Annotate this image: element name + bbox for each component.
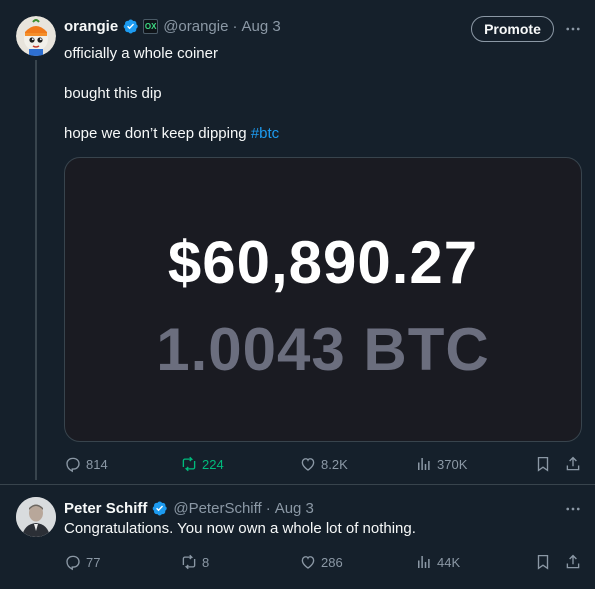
person-portrait-icon <box>16 497 56 537</box>
promote-button[interactable]: Promote <box>471 16 554 42</box>
affiliate-badge-icon[interactable]: OX <box>143 18 159 34</box>
verified-badge-icon[interactable] <box>122 18 139 35</box>
author-name[interactable]: orangie <box>64 18 118 35</box>
more-options-icon[interactable] <box>563 19 583 39</box>
views-count: 370K <box>437 456 468 472</box>
like-count: 8.2K <box>321 456 348 472</box>
tweet-text-line-3: hope we don’t keep dipping #btc <box>64 124 279 144</box>
reply-like-button[interactable]: 286 <box>299 552 343 572</box>
reply-count: 814 <box>86 456 108 472</box>
tweet-orangie[interactable]: orangie OX @orangie · Aug 3 Promote offi… <box>0 0 595 485</box>
reply-text: Congratulations. You now own a whole lot… <box>64 520 416 537</box>
views-bar-chart-icon <box>418 458 430 470</box>
reply-share-icon[interactable] <box>563 552 583 572</box>
author-handle[interactable]: @orangie <box>163 18 228 35</box>
hashtag-link[interactable]: #btc <box>251 125 279 142</box>
reply-reply-button[interactable]: 77 <box>64 552 100 572</box>
separator-dot: · <box>232 17 238 35</box>
reply-author-name[interactable]: Peter Schiff <box>64 500 147 517</box>
share-icon[interactable] <box>563 454 583 474</box>
reply-reply-count: 77 <box>86 554 101 570</box>
author-avatar-peter-schiff[interactable] <box>16 497 56 537</box>
heart-icon <box>301 458 315 471</box>
reply-more-options-icon[interactable] <box>563 499 583 519</box>
repost-icon <box>182 456 196 472</box>
reply-repost-button[interactable]: 8 <box>180 552 209 572</box>
reply-like-count: 286 <box>321 554 343 570</box>
reply-icon <box>66 555 80 571</box>
reply-author-handle[interactable]: @PeterSchiff <box>173 500 261 517</box>
repost-icon <box>182 554 196 570</box>
tweet-text-line-1: officially a whole coiner <box>64 45 218 62</box>
repost-button[interactable]: 224 <box>180 454 224 474</box>
usd-amount: $60,890.27 <box>167 229 479 296</box>
orange-mascot-icon <box>16 16 56 56</box>
like-button[interactable]: 8.2K <box>299 454 348 474</box>
repost-count: 224 <box>202 456 224 472</box>
tweet-header: orangie OX @orangie · Aug 3 <box>64 16 281 36</box>
views-bar-chart-icon <box>418 556 430 568</box>
bookmark-icon[interactable] <box>533 454 553 474</box>
reply-header: Peter Schiff @PeterSchiff · Aug 3 <box>64 498 314 518</box>
reply-bookmark-icon[interactable] <box>533 552 553 572</box>
reply-views-count: 44K <box>437 554 461 570</box>
thread-connector-line <box>35 60 37 480</box>
author-avatar-orangie[interactable] <box>16 16 56 56</box>
reply-repost-count: 8 <box>202 554 210 570</box>
tweet-media-image[interactable]: $60,890.27 1.0043 BTC <box>64 157 582 442</box>
heart-icon <box>301 556 315 569</box>
reply-button[interactable]: 814 <box>64 454 108 474</box>
reply-icon <box>66 457 80 473</box>
tweet-text-line-2: bought this dip <box>64 85 162 102</box>
reply-date[interactable]: Aug 3 <box>275 500 314 517</box>
separator-dot: · <box>265 499 271 517</box>
reply-views-button[interactable]: 44K <box>415 552 460 572</box>
views-button[interactable]: 370K <box>415 454 467 474</box>
tweet-text-line-3-body: hope we don’t keep dipping <box>64 125 251 142</box>
btc-amount: 1.0043 BTC <box>156 316 490 383</box>
tweet-date[interactable]: Aug 3 <box>241 18 280 35</box>
verified-badge-icon[interactable] <box>151 500 168 517</box>
